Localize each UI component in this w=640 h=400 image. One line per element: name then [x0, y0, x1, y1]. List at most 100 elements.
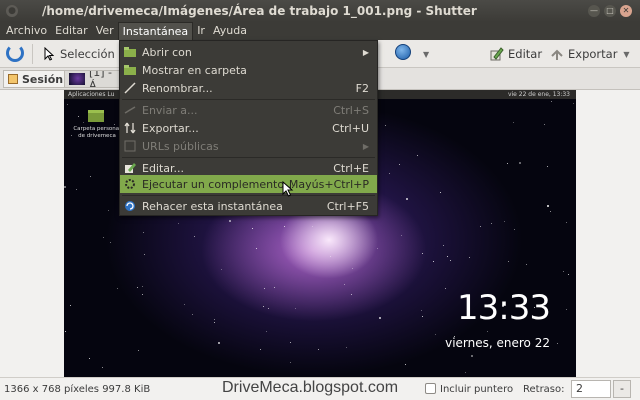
minimize-button[interactable]: — — [588, 5, 600, 17]
star — [256, 248, 257, 249]
star — [526, 264, 527, 265]
star — [557, 343, 558, 344]
star — [214, 319, 215, 320]
star — [143, 232, 144, 233]
menu-separator — [122, 157, 375, 158]
chevron-down-icon[interactable]: ▼ — [623, 50, 629, 59]
title-bar: ● /home/drivemeca/Imágenes/Área de traba… — [0, 0, 640, 22]
star — [377, 248, 378, 249]
star — [519, 162, 521, 164]
star — [399, 164, 400, 165]
close-button[interactable]: ✕ — [620, 5, 632, 17]
menu-item-ejecutar-complemento[interactable]: Ejecutar un complemento... Mayús+Ctrl+P — [120, 175, 377, 193]
menu-ver[interactable]: Ver — [92, 22, 118, 40]
menu-item-exportar[interactable]: Exportar... Ctrl+U — [120, 119, 377, 137]
star — [480, 226, 481, 227]
star — [445, 288, 446, 289]
star — [194, 236, 195, 237]
menu-item-label: Rehacer esta instantánea — [142, 199, 283, 213]
star — [114, 124, 115, 125]
star — [406, 198, 408, 200]
include-pointer-label: Incluir puntero — [440, 383, 514, 395]
star — [566, 309, 567, 310]
star — [435, 334, 436, 335]
chevron-down-icon[interactable]: ▼ — [423, 50, 429, 59]
link-icon — [124, 140, 136, 152]
star — [417, 155, 418, 156]
menu-separator — [122, 99, 375, 100]
star — [465, 372, 466, 373]
image-info: 1366 x 768 píxeles 997.8 KiB — [4, 383, 151, 395]
menu-item-renombrar[interactable]: Renombrar... F2 — [120, 79, 377, 97]
star — [401, 235, 402, 236]
menu-ir[interactable]: Ir — [193, 22, 209, 40]
star — [67, 104, 68, 105]
preview-clock-label: vie 22 de ene, 13:33 — [507, 91, 570, 98]
star — [389, 173, 390, 174]
star — [344, 284, 345, 285]
star — [513, 122, 514, 123]
edit-button[interactable]: Editar — [488, 45, 542, 63]
star — [502, 305, 504, 307]
menu-item-rehacer-instantanea[interactable]: Rehacer esta instantánea Ctrl+F5 — [120, 197, 377, 215]
menu-item-label: Renombrar... — [142, 81, 213, 95]
menu-item-label: Editar... — [142, 161, 185, 175]
star — [514, 229, 515, 230]
delay-spinbox[interactable]: 2 — [571, 380, 611, 398]
left-panel — [0, 90, 64, 377]
delay-label: Retraso: — [523, 383, 565, 395]
tab-session[interactable]: Sesión — [3, 70, 71, 88]
export-button[interactable]: Exportar ▼ — [550, 45, 630, 63]
delay-decrement-button[interactable]: - — [613, 380, 631, 398]
submenu-arrow-icon: ▶ — [362, 47, 369, 57]
star — [330, 256, 331, 257]
menu-archivo[interactable]: Archivo — [2, 22, 51, 40]
edit-label: Editar — [508, 47, 543, 61]
menu-ayuda[interactable]: Ayuda — [209, 22, 251, 40]
star — [351, 294, 352, 295]
tab-screenshot-label: [1] - Á — [88, 70, 113, 88]
preview-clock: 13:33 — [457, 288, 551, 328]
menu-separator — [122, 195, 375, 196]
menu-editar[interactable]: Editar — [51, 22, 92, 40]
window-menu-icon[interactable]: ● — [6, 5, 18, 17]
submenu-arrow-icon: ▶ — [362, 141, 369, 151]
selection-button[interactable]: Selección — [44, 45, 115, 63]
menu-item-mostrar-en-carpeta[interactable]: Mostrar en carpeta — [120, 61, 377, 79]
maximize-button[interactable]: □ — [604, 5, 616, 17]
status-bar: 1366 x 768 píxeles 997.8 KiB DriveMeca.b… — [0, 377, 640, 400]
export-label: Exportar — [568, 47, 618, 61]
star — [290, 362, 291, 363]
menu-item-accel: Mayús+Ctrl+P — [288, 177, 369, 191]
refresh-icon[interactable] — [6, 44, 24, 62]
star — [274, 287, 275, 288]
star — [221, 269, 222, 270]
star — [508, 261, 509, 262]
menu-instantanea[interactable]: Instantánea — [117, 22, 194, 40]
star — [110, 242, 111, 243]
preview-folder-label: Carpeta personal de drivemeca — [73, 126, 121, 139]
menu-item-label: Abrir con — [142, 45, 192, 59]
tab-screenshot-1[interactable]: [1] - Á — [64, 70, 124, 88]
globe-icon[interactable] — [395, 44, 411, 60]
menu-item-accel: Ctrl+U — [332, 121, 369, 135]
star — [346, 347, 347, 348]
star — [566, 222, 567, 223]
thumbnail-icon — [69, 73, 85, 85]
star — [544, 124, 545, 125]
star — [117, 288, 118, 289]
star — [454, 336, 455, 337]
star — [178, 223, 179, 224]
menu-item-abrir-con[interactable]: Abrir con ▶ — [120, 43, 377, 61]
star — [352, 268, 353, 269]
star — [487, 331, 488, 332]
star — [447, 256, 448, 257]
export-icon — [124, 122, 136, 134]
menu-item-urls-publicas[interactable]: URLs públicas ▶ — [120, 137, 377, 155]
star — [137, 287, 138, 288]
star — [65, 331, 66, 332]
include-pointer-checkbox[interactable] — [425, 383, 436, 394]
menu-item-label: Exportar... — [142, 121, 199, 135]
star — [90, 176, 91, 177]
menu-item-enviar-a[interactable]: Enviar a... Ctrl+S — [120, 101, 377, 119]
